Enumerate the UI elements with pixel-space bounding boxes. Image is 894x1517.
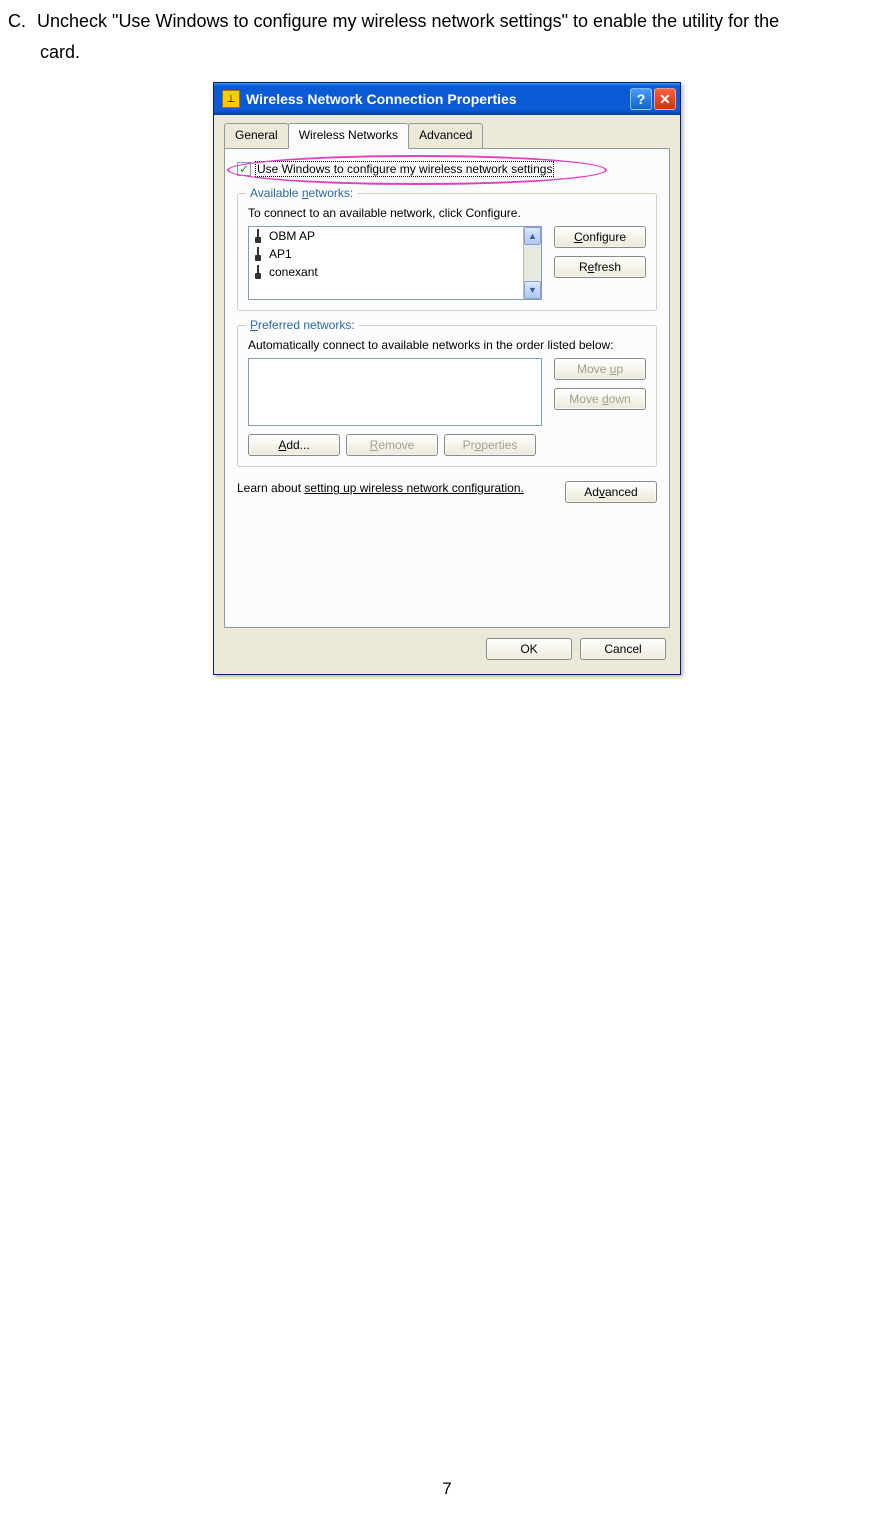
step-label: C. <box>8 8 32 35</box>
tab-wireless-networks[interactable]: Wireless Networks <box>288 123 409 149</box>
instruction-step: C. Uncheck "Use Windows to configure my … <box>0 0 894 74</box>
learn-prefix: Learn about <box>237 481 304 495</box>
dialog-footer: OK Cancel <box>214 628 680 674</box>
move-down-button[interactable]: Move down <box>554 388 646 410</box>
advanced-button[interactable]: Advanced <box>565 481 657 503</box>
add-button[interactable]: Add... <box>248 434 340 456</box>
ok-button[interactable]: OK <box>486 638 572 660</box>
list-item-label: conexant <box>269 265 318 279</box>
page-number: 7 <box>0 1479 894 1499</box>
refresh-button[interactable]: Refresh <box>554 256 646 278</box>
learn-row: Learn about setting up wireless network … <box>237 481 657 503</box>
remove-button[interactable]: Remove <box>346 434 438 456</box>
move-up-button[interactable]: Move up <box>554 358 646 380</box>
scroll-down-button[interactable]: ▼ <box>524 281 541 299</box>
available-networks-desc: To connect to an available network, clic… <box>248 206 646 220</box>
properties-dialog: ⊥ Wireless Network Connection Properties… <box>213 82 681 675</box>
step-text-line2: card. <box>40 39 864 66</box>
list-item[interactable]: AP1 <box>249 245 541 263</box>
use-windows-checkbox-row: ✓ Use Windows to configure my wireless n… <box>237 161 657 177</box>
list-item-label: AP1 <box>269 247 292 261</box>
preferred-networks-list[interactable] <box>248 358 542 426</box>
help-button[interactable]: ? <box>630 88 652 110</box>
configure-button[interactable]: Configure <box>554 226 646 248</box>
tab-advanced[interactable]: Advanced <box>408 123 483 148</box>
tabs-row: General Wireless Networks Advanced <box>214 115 680 148</box>
list-item[interactable]: conexant <box>249 263 541 281</box>
titlebar[interactable]: ⊥ Wireless Network Connection Properties… <box>214 83 680 115</box>
dialog-wrapper: ⊥ Wireless Network Connection Properties… <box>0 82 894 675</box>
cancel-button[interactable]: Cancel <box>580 638 666 660</box>
preferred-networks-legend: Preferred networks: <box>246 318 359 332</box>
list-item-label: OBM AP <box>269 229 315 243</box>
step-text-line1: Uncheck "Use Windows to configure my wir… <box>37 11 779 31</box>
scrollbar[interactable]: ▲ ▼ <box>523 227 541 299</box>
available-networks-list[interactable]: OBM AP AP1 conexant ▲ ▼ <box>248 226 542 300</box>
tab-content: ✓ Use Windows to configure my wireless n… <box>224 148 670 628</box>
network-item-icon <box>253 247 263 261</box>
preferred-networks-desc: Automatically connect to available netwo… <box>248 338 646 352</box>
network-icon: ⊥ <box>222 90 240 108</box>
close-button[interactable]: ✕ <box>654 88 676 110</box>
network-item-icon <box>253 229 263 243</box>
available-networks-group: Available networks: To connect to an ava… <box>237 193 657 311</box>
properties-button[interactable]: Properties <box>444 434 536 456</box>
list-item[interactable]: OBM AP <box>249 227 541 245</box>
learn-link[interactable]: setting up wireless network configuratio… <box>304 481 523 495</box>
preferred-networks-group: Preferred networks: Automatically connec… <box>237 325 657 467</box>
tab-general[interactable]: General <box>224 123 289 148</box>
titlebar-text: Wireless Network Connection Properties <box>246 91 630 107</box>
network-item-icon <box>253 265 263 279</box>
use-windows-checkbox-label: Use Windows to configure my wireless net… <box>255 161 554 177</box>
learn-text: Learn about setting up wireless network … <box>237 481 524 495</box>
available-networks-legend: Available networks: <box>246 186 357 200</box>
scroll-up-button[interactable]: ▲ <box>524 227 541 245</box>
use-windows-checkbox[interactable]: ✓ <box>237 162 251 176</box>
